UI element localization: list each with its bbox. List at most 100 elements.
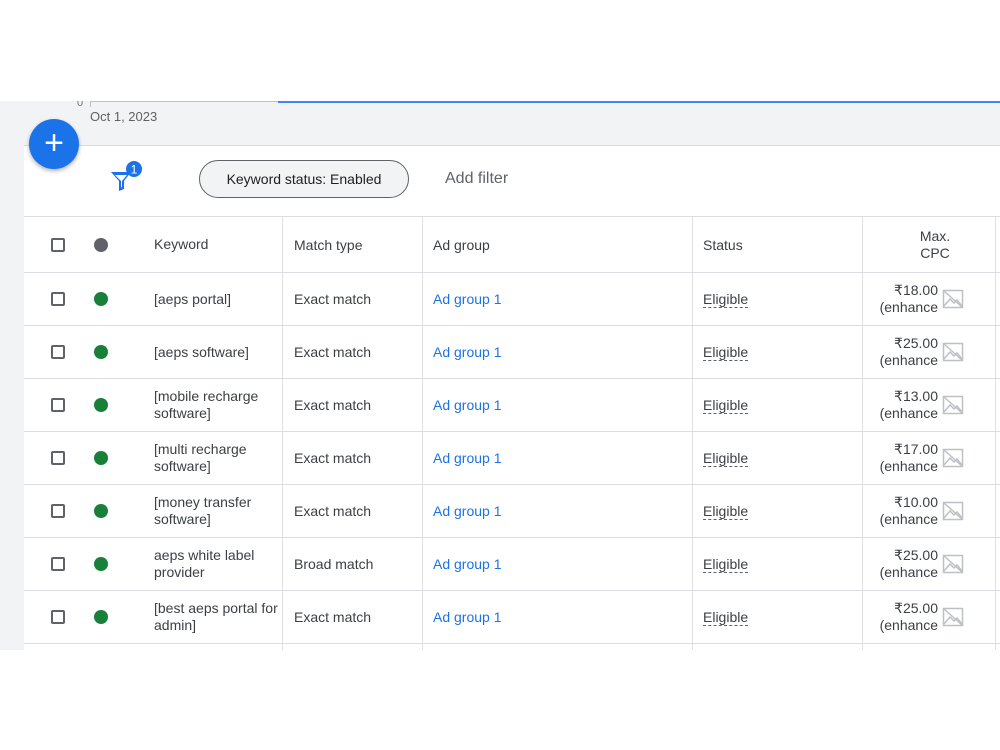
keyword-text: [money transfer software] [154, 494, 252, 527]
status-text: Eligible [703, 449, 749, 467]
table-row: [aeps portal] Exact match Ad group 1 Eli… [24, 273, 1000, 326]
ad-group-link[interactable]: Ad group 1 [433, 273, 683, 325]
keyword-cell[interactable]: aeps white label provider [154, 538, 279, 590]
max-cpc-cell[interactable]: ₹25.00 (enhance [870, 326, 1000, 378]
keyword-cell[interactable]: [mobile recharge software] [154, 379, 279, 431]
enabled-status-dot[interactable] [94, 345, 108, 359]
enabled-status-dot[interactable] [94, 398, 108, 412]
max-cpc-note: (enhance [879, 617, 938, 633]
chart-series-line [278, 101, 1000, 103]
status-cell[interactable]: Eligible [703, 538, 853, 590]
match-type-cell[interactable]: Broad match [294, 538, 424, 590]
max-cpc-cell[interactable]: ₹10.00 (enhance [870, 485, 1000, 537]
max-cpc-note: (enhance [879, 299, 938, 315]
keywords-panel: 0 Oct 1, 2023 + 1 Keyword status: Enable… [0, 101, 1000, 650]
row-checkbox[interactable] [51, 557, 65, 571]
status-cell[interactable]: Eligible [703, 591, 853, 643]
keyword-text: [aeps portal] [154, 290, 232, 307]
image-placeholder-icon [942, 289, 964, 309]
table-row: [money transfer software] Exact match Ad… [24, 485, 1000, 538]
column-header-max-cpc[interactable]: Max. CPC [870, 217, 1000, 272]
status-cell[interactable]: Eligible [703, 326, 853, 378]
filter-icon[interactable]: 1 [109, 160, 143, 196]
max-cpc-value: ₹25.00 [894, 600, 938, 616]
filter-chip-label: Keyword status: Enabled [226, 171, 382, 187]
ad-group-link[interactable]: Ad group 1 [433, 326, 683, 378]
ad-group-link[interactable]: Ad group 1 [433, 379, 683, 431]
column-header-ad-group[interactable]: Ad group [433, 217, 683, 272]
chart-x-axis [90, 101, 278, 102]
image-placeholder-icon [942, 554, 964, 574]
row-checkbox[interactable] [51, 292, 65, 306]
image-placeholder-icon [942, 342, 964, 362]
keyword-cell[interactable]: [multi recharge software] [154, 432, 279, 484]
enabled-status-dot[interactable] [94, 451, 108, 465]
chart-date-label: Oct 1, 2023 [90, 109, 158, 124]
status-header-dot[interactable] [94, 237, 108, 252]
column-header-match-type[interactable]: Match type [294, 217, 424, 272]
column-header-keyword[interactable]: Keyword [154, 217, 279, 272]
ad-group-link[interactable]: Ad group 1 [433, 538, 683, 590]
select-all-checkbox[interactable] [51, 237, 65, 252]
ad-group-link[interactable]: Ad group 1 [433, 591, 683, 643]
max-cpc-cell[interactable]: ₹18.00 (enhance [870, 273, 1000, 325]
max-cpc-cell[interactable]: ₹17.00 (enhance [870, 432, 1000, 484]
table-header-row: Keyword Match type Ad group Status Max. … [24, 217, 1000, 273]
chart-y-tick: 0 [77, 101, 84, 109]
status-cell[interactable]: Eligible [703, 273, 853, 325]
match-type-cell[interactable]: Exact match [294, 273, 424, 325]
max-cpc-header-line1: Max. [919, 227, 951, 244]
keyword-cell[interactable]: [aeps software] [154, 326, 279, 378]
status-text: Eligible [703, 555, 749, 573]
max-cpc-value: ₹25.00 [894, 547, 938, 563]
keywords-table: Keyword Match type Ad group Status Max. … [24, 217, 1000, 650]
table-row-partial [24, 644, 1000, 650]
match-type-cell[interactable]: Exact match [294, 379, 424, 431]
keyword-cell[interactable]: [best aeps portal for admin] [154, 591, 279, 643]
max-cpc-value: ₹17.00 [894, 441, 938, 457]
match-type-cell[interactable]: Exact match [294, 326, 424, 378]
row-checkbox[interactable] [51, 451, 65, 465]
enabled-status-dot[interactable] [94, 610, 108, 624]
max-cpc-value: ₹18.00 [894, 282, 938, 298]
add-button[interactable]: + [29, 119, 79, 169]
column-header-status[interactable]: Status [703, 217, 853, 272]
max-cpc-note: (enhance [879, 458, 938, 474]
filter-count-badge: 1 [131, 163, 138, 177]
row-checkbox[interactable] [51, 398, 65, 412]
max-cpc-value: ₹10.00 [894, 494, 938, 510]
status-text: Eligible [703, 502, 749, 520]
left-rail [0, 101, 24, 650]
enabled-status-dot[interactable] [94, 557, 108, 571]
max-cpc-note: (enhance [879, 511, 938, 527]
max-cpc-value: ₹25.00 [894, 335, 938, 351]
status-text: Eligible [703, 396, 749, 414]
match-type-cell[interactable]: Exact match [294, 485, 424, 537]
max-cpc-cell[interactable]: ₹25.00 (enhance [870, 591, 1000, 643]
row-checkbox[interactable] [51, 345, 65, 359]
max-cpc-note: (enhance [879, 564, 938, 580]
keyword-text: aeps white label provider [154, 547, 255, 580]
ad-group-link[interactable]: Ad group 1 [433, 432, 683, 484]
keyword-cell[interactable]: [aeps portal] [154, 273, 279, 325]
max-cpc-cell[interactable]: ₹13.00 (enhance [870, 379, 1000, 431]
plus-icon: + [44, 123, 64, 162]
enabled-status-dot[interactable] [94, 504, 108, 518]
max-cpc-cell[interactable]: ₹25.00 (enhance [870, 538, 1000, 590]
keyword-status-filter-chip[interactable]: Keyword status: Enabled [199, 160, 409, 198]
ad-group-link[interactable]: Ad group 1 [433, 485, 683, 537]
keyword-cell[interactable]: [money transfer software] [154, 485, 279, 537]
row-checkbox[interactable] [51, 610, 65, 624]
max-cpc-note: (enhance [879, 405, 938, 421]
match-type-cell[interactable]: Exact match [294, 591, 424, 643]
table-row: aeps white label provider Broad match Ad… [24, 538, 1000, 591]
add-filter-button[interactable]: Add filter [445, 170, 508, 188]
status-cell[interactable]: Eligible [703, 485, 853, 537]
status-cell[interactable]: Eligible [703, 379, 853, 431]
row-checkbox[interactable] [51, 504, 65, 518]
performance-chart: 0 Oct 1, 2023 [24, 101, 1000, 146]
status-cell[interactable]: Eligible [703, 432, 853, 484]
enabled-status-dot[interactable] [94, 292, 108, 306]
match-type-cell[interactable]: Exact match [294, 432, 424, 484]
status-text: Eligible [703, 608, 749, 626]
